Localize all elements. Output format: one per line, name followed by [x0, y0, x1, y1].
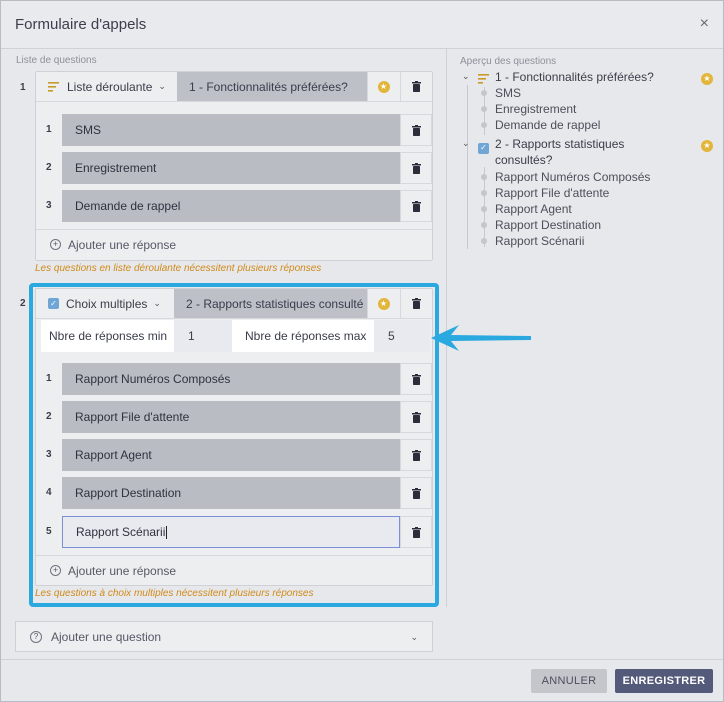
chevron-down-icon: ⌄: [410, 632, 418, 642]
answer-row: 1 SMS: [36, 114, 432, 146]
answer-input[interactable]: SMS: [62, 114, 400, 146]
dialog-footer: ANNULER ENREGISTRER: [1, 659, 723, 701]
plus-circle-icon: +: [50, 239, 61, 250]
delete-question-button[interactable]: [400, 72, 432, 101]
question-circle-icon: ?: [30, 630, 42, 643]
bullet: [481, 206, 487, 212]
delete-answer-button[interactable]: [400, 190, 432, 222]
bullet: [481, 106, 487, 112]
question-hint: Les questions en liste déroulante nécess…: [35, 263, 322, 274]
add-answer-button[interactable]: + Ajouter une réponse: [36, 229, 432, 259]
chevron-down-icon: ⌄: [158, 81, 166, 91]
list-icon: [478, 73, 490, 87]
answer-number: 3: [46, 200, 52, 211]
answer-row: 3 Demande de rappel: [36, 190, 432, 222]
preview-answer: Enregistrement: [495, 102, 577, 116]
preview-answer: SMS: [495, 86, 522, 100]
dialog-header: Formulaire d'appels ×: [1, 1, 723, 49]
question-number: 1: [20, 82, 26, 93]
question-type-label: Liste déroulante: [67, 79, 153, 94]
preview-answer: Rapport Agent: [495, 202, 572, 216]
highlight-frame: [29, 283, 439, 607]
question-title-input[interactable]: 1 - Fonctionnalités préférées?: [177, 72, 367, 101]
checkbox-icon: ✓: [478, 139, 489, 154]
bullet: [481, 174, 487, 180]
star-icon[interactable]: ★: [367, 72, 399, 101]
bullet: [481, 222, 487, 228]
bullet: [481, 238, 487, 244]
answer-number: 1: [46, 124, 52, 135]
star-icon: ★: [701, 137, 713, 152]
close-icon[interactable]: ×: [700, 15, 709, 33]
trash-icon: [412, 81, 421, 92]
preview-label: Aperçu des questions: [460, 56, 557, 67]
preview-question-title: 1 - Fonctionnalités préférées?: [495, 70, 654, 84]
add-answer-label: Ajouter une réponse: [68, 237, 177, 252]
question-type-select[interactable]: Liste déroulante ⌄: [36, 72, 176, 101]
preview-answer: Rapport File d'attente: [495, 186, 610, 200]
answer-input[interactable]: Enregistrement: [62, 152, 400, 184]
tree-line: [467, 85, 468, 249]
bullet: [481, 90, 487, 96]
preview-answer: Rapport Numéros Composés: [495, 170, 651, 184]
trash-icon: [411, 200, 421, 212]
save-button[interactable]: ENREGISTRER: [615, 669, 713, 693]
list-icon: [48, 81, 60, 92]
question-list-label: Liste de questions: [16, 55, 97, 66]
call-form-dialog: Formulaire d'appels × Liste de questions…: [0, 0, 724, 702]
answer-number: 2: [46, 162, 52, 173]
question-number: 2: [20, 298, 26, 309]
add-question-label: Ajouter une question: [51, 629, 162, 644]
preview-answer: Demande de rappel: [495, 118, 601, 132]
star-icon: ★: [701, 70, 713, 85]
answer-input[interactable]: Demande de rappel: [62, 190, 400, 222]
preview-question-title: 2 - Rapports statistiques: [495, 137, 625, 151]
preview-question-title-cont: consultés?: [495, 153, 553, 167]
delete-answer-button[interactable]: [400, 114, 432, 146]
add-question-select[interactable]: ? Ajouter une question ⌄: [15, 621, 433, 652]
dialog-title: Formulaire d'appels: [15, 16, 147, 33]
delete-answer-button[interactable]: [400, 152, 432, 184]
bullet: [481, 122, 487, 128]
chevron-down-icon[interactable]: ⌄: [462, 71, 470, 82]
question-header: Liste déroulante ⌄ 1 - Fonctionnalités p…: [36, 72, 432, 102]
trash-icon: [411, 162, 421, 174]
answer-row: 2 Enregistrement: [36, 152, 432, 184]
question-card-1: Liste déroulante ⌄ 1 - Fonctionnalités p…: [35, 71, 433, 261]
bullet: [481, 190, 487, 196]
chevron-down-icon[interactable]: ⌄: [462, 138, 470, 149]
trash-icon: [411, 124, 421, 136]
cancel-button[interactable]: ANNULER: [531, 669, 607, 693]
preview-answer: Rapport Destination: [495, 218, 602, 232]
preview-answer: Rapport Scénarii: [495, 234, 585, 248]
